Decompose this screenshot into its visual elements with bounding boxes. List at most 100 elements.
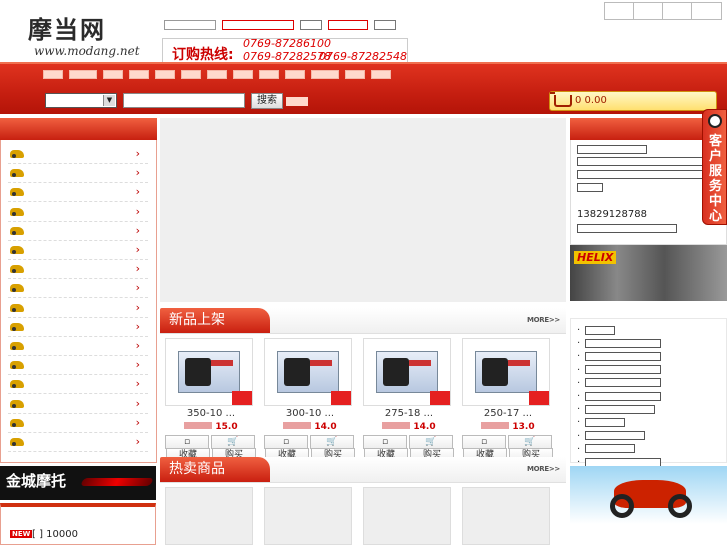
top-link-1[interactable] [605, 3, 634, 19]
category-item-label [30, 265, 60, 275]
collect-button[interactable]: ▫ 收藏 [363, 435, 408, 462]
category-item[interactable]: › [8, 241, 148, 260]
nav-item[interactable] [311, 70, 339, 79]
category-item-label [30, 438, 66, 447]
category-item[interactable]: › [8, 375, 148, 395]
hot-product-image[interactable] [165, 487, 253, 545]
brand-banner[interactable]: 金城摩托 [0, 466, 156, 500]
new-products-more-link[interactable]: MORE>> [527, 316, 560, 324]
category-item[interactable]: › [8, 203, 148, 222]
category-select[interactable]: ▼ [45, 93, 117, 108]
category-item[interactable]: › [8, 164, 148, 184]
nav-item[interactable] [43, 70, 63, 79]
hot-product-image[interactable] [363, 487, 451, 545]
hot-product-image[interactable] [264, 487, 352, 545]
category-item-label [30, 361, 66, 371]
notice-line [577, 145, 647, 154]
main-slideshow[interactable] [160, 118, 566, 302]
collect-button[interactable]: ▫ 收藏 [462, 435, 507, 462]
contact-phone: 13829128788 [577, 209, 647, 220]
product-image[interactable] [363, 338, 451, 406]
nav-item[interactable] [155, 70, 175, 79]
product-name[interactable]: 300-10 ... [264, 408, 356, 422]
buy-button[interactable]: 🛒 购买 [508, 435, 553, 462]
category-item[interactable]: › [8, 318, 148, 337]
buy-button[interactable]: 🛒 购买 [310, 435, 355, 462]
product-image[interactable] [462, 338, 550, 406]
header-info-part[interactable] [374, 20, 396, 30]
motorcycle-icon [10, 322, 24, 331]
article-item[interactable]: · [577, 431, 645, 442]
article-title [585, 391, 661, 401]
article-item[interactable]: · [577, 391, 661, 402]
article-item[interactable]: · [577, 378, 661, 389]
chevron-down-icon[interactable]: ▼ [103, 95, 115, 106]
hot-product-image[interactable] [462, 487, 550, 545]
category-item[interactable]: › [8, 395, 148, 414]
search-input[interactable] [123, 93, 245, 108]
helix-logo: HELIX [574, 251, 617, 264]
nav-item[interactable] [103, 70, 123, 79]
main-nav [43, 70, 391, 79]
article-item[interactable]: · [577, 417, 625, 428]
category-item[interactable]: › [8, 279, 148, 299]
category-item[interactable]: › [8, 414, 148, 433]
search-button[interactable]: 搜索 [251, 93, 283, 109]
article-item[interactable]: · [577, 444, 635, 455]
helix-banner[interactable]: HELIX [570, 245, 727, 301]
motorcycle-icon [10, 418, 24, 427]
collect-button[interactable]: ▫ 收藏 [264, 435, 309, 462]
category-item[interactable]: › [8, 145, 148, 164]
category-item[interactable]: › [8, 222, 148, 241]
bullet-icon: · [577, 351, 581, 363]
buy-button[interactable]: 🛒 购买 [211, 435, 256, 462]
top-link-3[interactable] [663, 3, 692, 19]
hot-products-more-link[interactable]: MORE>> [527, 465, 560, 473]
article-item[interactable]: · [577, 351, 661, 362]
nav-item[interactable] [207, 70, 227, 79]
product-image[interactable] [165, 338, 253, 406]
brand-banner-text: 金城摩托 [6, 472, 67, 490]
category-item[interactable]: › [8, 433, 148, 452]
price-label [184, 422, 213, 429]
top-link-4[interactable] [692, 3, 721, 19]
news-item[interactable]: [ ] 10000 [32, 529, 78, 540]
header-info-part[interactable] [222, 20, 294, 30]
news-box [0, 503, 156, 545]
product-name[interactable]: 275-18 ... [363, 408, 455, 422]
product-name[interactable]: 250-17 ... [462, 408, 554, 422]
article-item[interactable]: · [577, 365, 661, 376]
product-name[interactable]: 350-10 ... [165, 408, 257, 422]
nav-item[interactable] [345, 70, 365, 79]
header-info-part[interactable] [328, 20, 368, 30]
nav-item[interactable] [259, 70, 279, 79]
collect-button[interactable]: ▫ 收藏 [165, 435, 210, 462]
nav-item[interactable] [69, 70, 97, 79]
site-logo[interactable]: 摩当网 www.modang.net [28, 16, 140, 59]
category-item-label [30, 322, 74, 332]
nav-item[interactable] [129, 70, 149, 79]
category-item[interactable]: › [8, 260, 148, 280]
category-item[interactable]: › [8, 337, 148, 356]
header-info-part[interactable] [300, 20, 322, 30]
nav-item[interactable] [233, 70, 253, 79]
chevron-right-icon: › [135, 185, 140, 199]
product-image[interactable] [264, 338, 352, 406]
buy-button[interactable]: 🛒 购买 [409, 435, 454, 462]
top-link-2[interactable] [634, 3, 663, 19]
product-box-graphic [376, 351, 438, 393]
article-item[interactable]: · [577, 404, 655, 415]
advanced-search-link[interactable] [286, 97, 308, 106]
chevron-right-icon: › [135, 262, 140, 276]
nav-item[interactable] [285, 70, 305, 79]
nav-item[interactable] [371, 70, 391, 79]
article-item[interactable]: · [577, 325, 615, 336]
category-item[interactable]: › [8, 183, 148, 203]
nav-item[interactable] [181, 70, 201, 79]
article-item[interactable]: · [577, 338, 661, 349]
motorcycle-banner[interactable] [570, 466, 727, 524]
cart-summary[interactable]: 0 0.00 [549, 91, 717, 111]
customer-service-tab[interactable]: 客户服务中心 [702, 109, 727, 225]
category-item[interactable]: › [8, 299, 148, 318]
category-item[interactable]: › [8, 356, 148, 376]
